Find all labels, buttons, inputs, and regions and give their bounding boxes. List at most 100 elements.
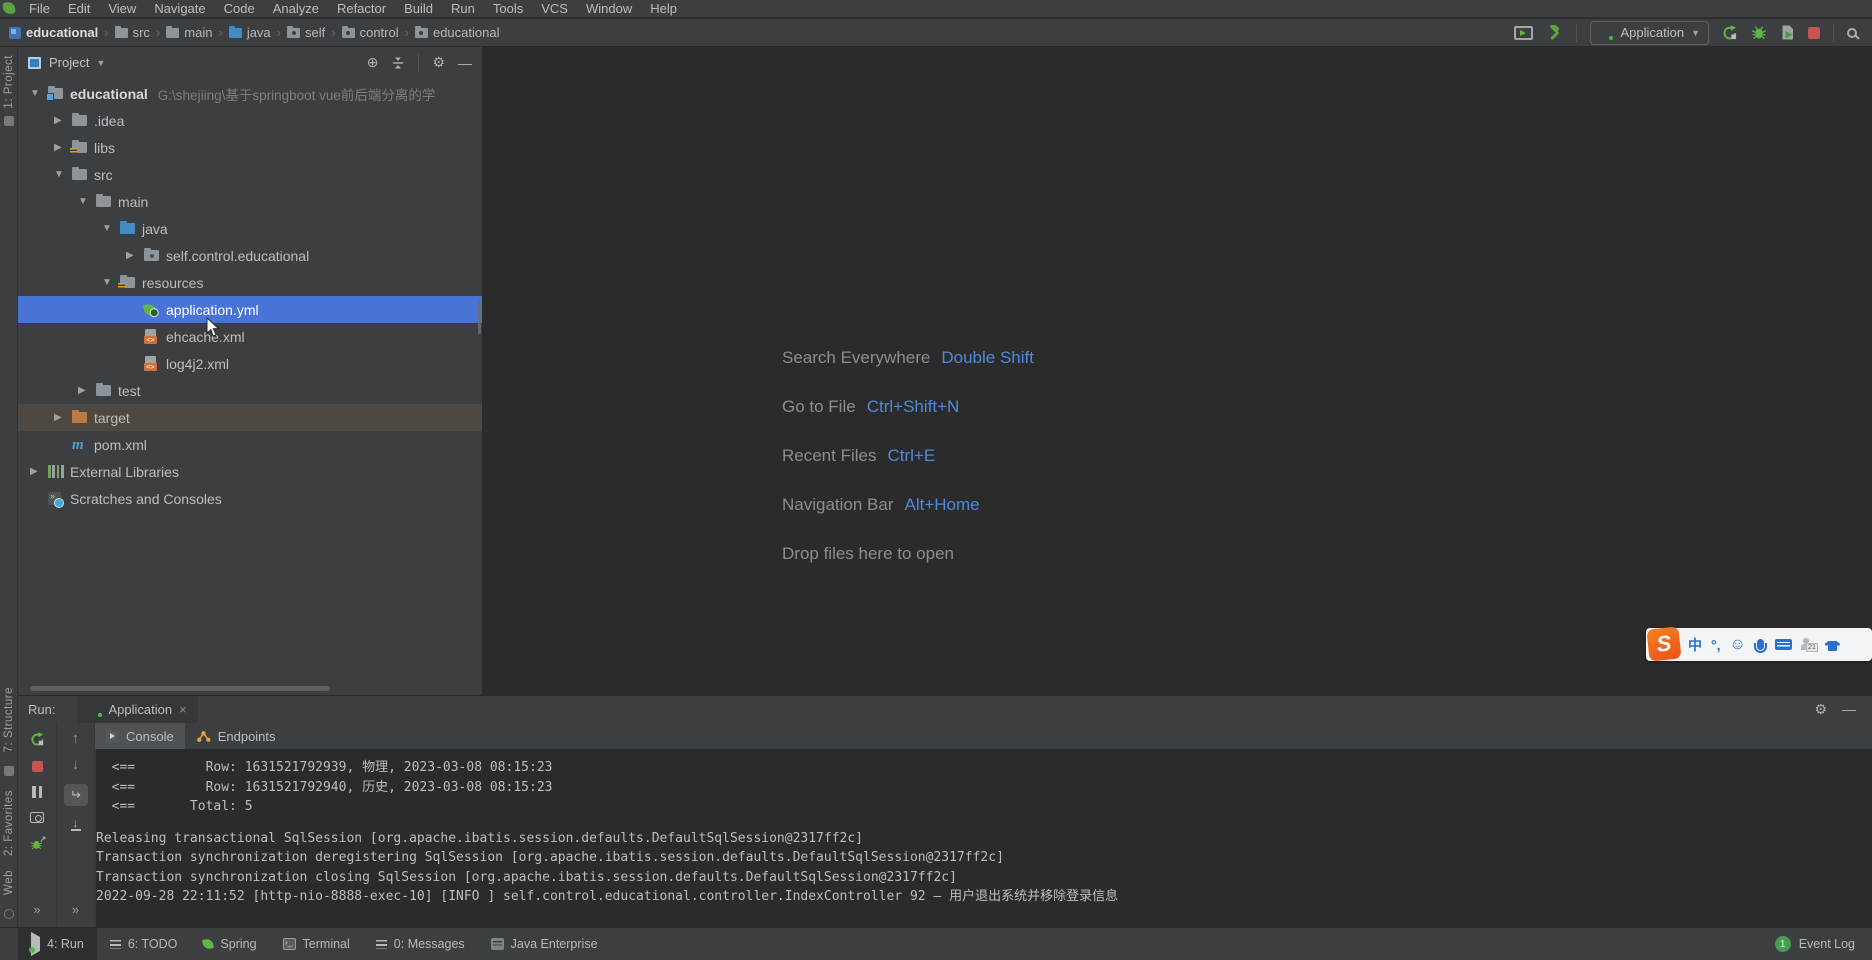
locate-file-icon[interactable]: ⊕ — [367, 54, 379, 71]
stop-button[interactable] — [1808, 27, 1820, 39]
tree-row-pom-xml[interactable]: m pom.xml — [18, 431, 482, 458]
expand-arrow-icon[interactable]: ▼ — [54, 169, 72, 180]
statusbar-messages[interactable]: 0: Messages — [363, 928, 478, 960]
rerun-button[interactable] — [1722, 25, 1738, 41]
tree-row-resources[interactable]: ▼ resources — [18, 269, 482, 296]
breadcrumb-src[interactable]: src — [113, 25, 152, 40]
collapse-arrow-icon[interactable]: ▶ — [78, 385, 96, 396]
tree-row-target[interactable]: ▶ target — [18, 404, 482, 431]
menu-code[interactable]: Code — [215, 1, 264, 16]
breadcrumb-module[interactable]: educational — [7, 25, 100, 40]
project-panel-title[interactable]: Project — [49, 55, 89, 70]
menu-analyze[interactable]: Analyze — [264, 1, 328, 16]
statusbar-todo[interactable]: 6: TODO — [97, 928, 191, 960]
tree-row-java[interactable]: ▼ java — [18, 215, 482, 242]
rerun-button[interactable] — [30, 732, 45, 747]
scroll-to-end-icon[interactable]: ↓ — [71, 818, 81, 831]
stripe-item-web[interactable]: Web — [3, 870, 15, 895]
menu-edit[interactable]: Edit — [59, 1, 99, 16]
breadcrumb-educational[interactable]: educational — [413, 25, 502, 40]
menu-navigate[interactable]: Navigate — [145, 1, 214, 16]
tree-row-libs[interactable]: ▶ libs — [18, 134, 482, 161]
ime-toolbox-icon[interactable]: 21 — [1801, 638, 1816, 651]
tree-row-package[interactable]: ▶ self.control.educational — [18, 242, 482, 269]
expand-arrow-icon[interactable]: ▼ — [78, 196, 96, 207]
pause-output-button[interactable] — [32, 786, 42, 798]
close-icon[interactable]: × — [179, 702, 187, 717]
gear-icon[interactable]: ⚙ — [1814, 701, 1827, 718]
menu-file[interactable]: File — [20, 1, 59, 16]
breadcrumb-main[interactable]: main — [164, 25, 214, 40]
menu-help[interactable]: Help — [641, 1, 686, 16]
tree-row-ehcache-xml[interactable]: <> ehcache.xml — [18, 323, 482, 350]
tree-row-idea[interactable]: ▶ .idea — [18, 107, 482, 134]
menu-view[interactable]: View — [99, 1, 145, 16]
more-actions-icon[interactable]: » — [33, 902, 40, 917]
menu-refactor[interactable]: Refactor — [328, 1, 395, 16]
statusbar-label: Spring — [220, 937, 256, 951]
tree-row-src[interactable]: ▼ src — [18, 161, 482, 188]
run-tab-application[interactable]: Application × — [77, 696, 197, 723]
collapse-all-icon[interactable] — [391, 56, 405, 70]
hide-panel-icon[interactable]: — — [1842, 701, 1856, 718]
run-panel-title: Run: — [28, 702, 55, 717]
thread-dump-camera-icon[interactable] — [30, 812, 44, 823]
search-everywhere-icon[interactable] — [1847, 28, 1857, 38]
run-configuration-dropdown[interactable]: Application ▼ — [1590, 21, 1709, 45]
breadcrumb-control[interactable]: control — [340, 25, 401, 40]
expand-arrow-icon[interactable]: ▼ — [102, 223, 120, 234]
ime-skin-icon[interactable] — [1825, 639, 1840, 651]
collapse-arrow-icon[interactable]: ▶ — [126, 250, 144, 261]
tree-row-external-libraries[interactable]: ▶ External Libraries — [18, 458, 482, 485]
gear-icon[interactable]: ⚙ — [432, 54, 445, 71]
statusbar-spring[interactable]: Spring — [190, 928, 269, 960]
tab-endpoints[interactable]: Endpoints — [185, 723, 287, 749]
tree-row-test[interactable]: ▶ test — [18, 377, 482, 404]
stripe-item-structure[interactable]: 7: Structure — [3, 687, 15, 752]
more-options-icon[interactable]: » — [72, 902, 79, 917]
ime-voice-icon[interactable] — [1757, 639, 1764, 650]
stripe-item-favorites[interactable]: 2: Favorites — [3, 790, 15, 856]
sogou-logo-icon[interactable]: S — [1646, 626, 1681, 661]
menu-vcs[interactable]: VCS — [532, 1, 577, 16]
tree-row-scratches[interactable]: Scratches and Consoles — [18, 485, 482, 512]
attach-debugger-icon[interactable]: ↗ — [30, 837, 45, 851]
console-output[interactable]: <== Row: 1631521792939, 物理, 2023-03-08 0… — [96, 749, 1872, 927]
tree-row-application-yml[interactable]: application.yml — [18, 296, 482, 323]
ime-toolbar: S 中 °, ☺ 21 — [1646, 628, 1872, 661]
breadcrumb-self[interactable]: self — [285, 25, 327, 40]
up-stack-trace-icon[interactable]: ↑ — [72, 732, 80, 746]
down-stack-trace-icon[interactable]: ↓ — [72, 758, 80, 772]
tree-row-log4j2-xml[interactable]: <> log4j2.xml — [18, 350, 482, 377]
collapse-arrow-icon[interactable]: ▶ — [54, 115, 72, 126]
build-hammer-icon[interactable] — [1546, 25, 1563, 41]
menu-build[interactable]: Build — [395, 1, 442, 16]
stripe-item-project[interactable]: 1: Project — [3, 55, 15, 109]
ime-keyboard-icon[interactable] — [1775, 639, 1792, 650]
chevron-down-icon[interactable]: ▼ — [96, 58, 105, 68]
menu-window[interactable]: Window — [577, 1, 641, 16]
menu-tools[interactable]: Tools — [484, 1, 532, 16]
run-with-coverage-icon[interactable] — [1780, 25, 1795, 40]
ime-language-mode[interactable]: 中 — [1688, 635, 1702, 655]
stop-button[interactable] — [32, 761, 43, 772]
breadcrumb-java[interactable]: java — [227, 25, 273, 40]
statusbar-terminal[interactable]: Terminal — [270, 928, 363, 960]
hide-panel-icon[interactable]: — — [458, 55, 472, 71]
tree-row-educational[interactable]: ▼ educational G:\shejiing\基于springboot v… — [18, 80, 482, 107]
menu-run[interactable]: Run — [442, 1, 484, 16]
ime-punctuation-icon[interactable]: °, — [1711, 637, 1721, 653]
vertical-scrollbar[interactable] — [478, 300, 481, 334]
ime-emoji-icon[interactable]: ☺ — [1730, 636, 1746, 654]
horizontal-scrollbar[interactable] — [30, 686, 330, 691]
tree-row-main[interactable]: ▼ main — [18, 188, 482, 215]
statusbar-java-enterprise[interactable]: Java Enterprise — [478, 928, 611, 960]
event-log-button[interactable]: Event Log — [1799, 937, 1855, 951]
collapse-arrow-icon[interactable]: ▶ — [54, 412, 72, 423]
statusbar-run[interactable]: 4: Run — [18, 928, 97, 960]
tab-console[interactable]: Console — [95, 723, 185, 749]
collapse-arrow-icon[interactable]: ▶ — [30, 466, 48, 477]
debug-bug-icon[interactable] — [1751, 25, 1767, 40]
soft-wrap-toggle[interactable]: ↵ — [64, 784, 88, 806]
open-in-window-icon[interactable] — [1514, 26, 1533, 40]
